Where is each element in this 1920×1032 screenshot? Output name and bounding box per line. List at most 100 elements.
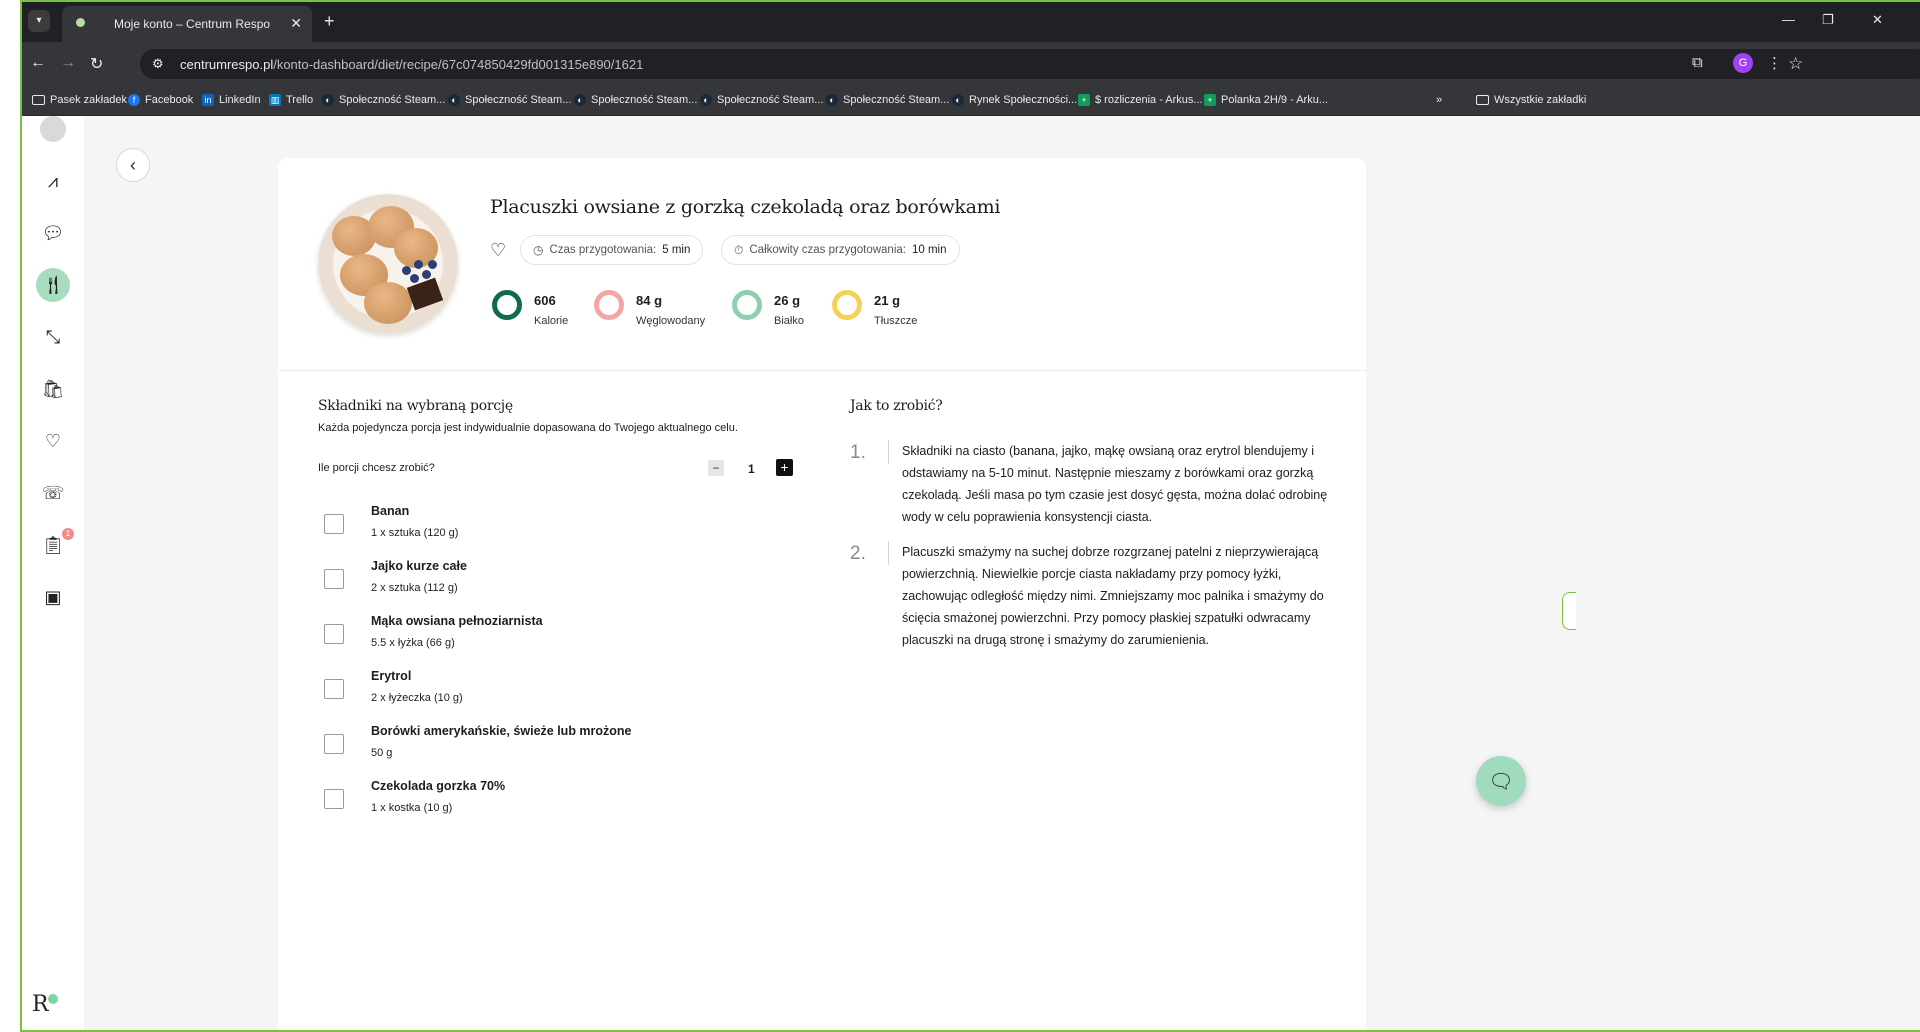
back-arrow-icon[interactable]: ← xyxy=(30,54,46,72)
close-window-icon[interactable]: ✕ xyxy=(1872,12,1883,28)
sheets-icon: + xyxy=(1204,94,1216,106)
linkedin-icon: in xyxy=(202,94,214,106)
step-text: Składniki na ciasto (banana, jajko, mąkę… xyxy=(902,444,1328,524)
tab-close-icon[interactable]: ✕ xyxy=(290,15,302,31)
profile-avatar[interactable]: G xyxy=(1733,53,1753,73)
total-time-pill: ⏱︎ Całkowity czas przygotowania: 10 min xyxy=(721,235,960,265)
reload-icon[interactable]: ↻ xyxy=(90,54,103,74)
url-path: /konto-dashboard/diet/recipe/67c07485042… xyxy=(273,57,644,72)
site-info-icon[interactable]: ⚙ xyxy=(152,56,164,72)
macro-ring-icon xyxy=(492,290,522,320)
ingredient-checkbox[interactable] xyxy=(324,679,344,699)
active-tab[interactable]: Moje konto – Centrum Respo ✕ xyxy=(62,6,312,42)
bookmark-item[interactable]: f Facebook xyxy=(128,94,193,106)
bookmark-item[interactable]: + $ rozliczenia - Arkus... xyxy=(1078,94,1203,106)
stats-chart-icon[interactable]: ⩘ xyxy=(36,164,70,198)
browser-menu-icon[interactable]: ⋮ xyxy=(1767,54,1782,72)
ingredient-item: Banan 1 x sztuka (120 g) xyxy=(318,502,778,548)
bookmark-item[interactable]: ▥ Trello xyxy=(269,94,313,106)
macro-ring-icon xyxy=(832,290,862,320)
bookmark-label: Społeczność Steam... xyxy=(339,94,446,106)
macro-label: Tłuszcze xyxy=(874,315,918,327)
bookmark-item[interactable]: ◐ Społeczność Steam... xyxy=(322,94,445,106)
address-bar: ← → ↻ ⚙ centrumrespo.pl/konto-dashboard/… xyxy=(22,42,1920,86)
increase-portions-button[interactable]: + xyxy=(776,459,793,476)
ingredient-checkbox[interactable] xyxy=(324,789,344,809)
ingredient-checkbox[interactable] xyxy=(324,514,344,534)
bookmark-item[interactable]: in LinkedIn xyxy=(202,94,261,106)
ingredient-qty: 1 x kostka (10 g) xyxy=(371,802,453,814)
tab-search-button[interactable]: ▾ xyxy=(28,10,50,32)
bookmark-label: Społeczność Steam... xyxy=(843,94,950,106)
step-divider xyxy=(888,541,889,565)
ingredients-subtitle: Każda pojedyncza porcja jest indywidualn… xyxy=(318,422,738,434)
macro-value: 606 xyxy=(534,293,556,308)
forward-arrow-icon[interactable]: → xyxy=(60,54,76,72)
steam-icon: ◐ xyxy=(952,94,964,106)
favorite-heart-icon[interactable]: ♡ xyxy=(490,240,506,261)
prep-time-label: Czas przygotowania: xyxy=(549,244,657,256)
ingredient-checkbox[interactable] xyxy=(324,734,344,754)
bookmark-item[interactable]: ◐ Społeczność Steam... xyxy=(574,94,697,106)
decrease-portions-button[interactable]: − xyxy=(708,460,724,476)
chevron-left-icon: ‹ xyxy=(130,154,136,175)
recipe-card: Placuszki owsiane z gorzką czekoladą ora… xyxy=(278,158,1366,1030)
bookmark-item[interactable]: ◐ Społeczność Steam... xyxy=(826,94,949,106)
ingredient-item: Jajko kurze całe 2 x sztuka (112 g) xyxy=(318,557,778,603)
bookmark-item[interactable]: ◐ Społeczność Steam... xyxy=(700,94,823,106)
bookmark-item[interactable]: ◐ Społeczność Steam... xyxy=(448,94,571,106)
step-divider xyxy=(888,440,889,464)
ingredient-qty: 2 x łyżeczka (10 g) xyxy=(371,692,463,704)
ingredient-checkbox[interactable] xyxy=(324,569,344,589)
bookmark-item[interactable]: Pasek zakładek xyxy=(32,94,127,106)
bookmark-label: Pasek zakładek xyxy=(50,94,128,106)
restore-icon[interactable]: ❐ xyxy=(1822,12,1834,28)
chat-bubble-icon[interactable]: 💬︎ xyxy=(36,216,70,250)
steam-icon: ◐ xyxy=(700,94,712,106)
ingredient-item: Borówki amerykańskie, świeże lub mrożone… xyxy=(318,722,778,768)
total-time-label: Całkowity czas przygotowania: xyxy=(749,244,906,256)
bookmark-label: LinkedIn xyxy=(219,94,261,106)
bookmarks-bar: Pasek zakładek f Facebook in LinkedIn ▥ Tre… xyxy=(22,86,1920,116)
bookmark-star-icon[interactable]: ☆ xyxy=(1788,54,1803,74)
ingredient-name: Erytrol xyxy=(371,669,412,683)
url-input[interactable]: ⚙ centrumrespo.pl/konto-dashboard/diet/r… xyxy=(140,49,1920,79)
ingredient-name: Borówki amerykańskie, świeże lub mrożone xyxy=(371,724,632,738)
minimize-icon[interactable]: — xyxy=(1782,12,1795,27)
new-tab-icon[interactable]: + xyxy=(324,11,335,32)
side-feedback-tab[interactable] xyxy=(1562,592,1576,630)
trello-icon: ▥ xyxy=(269,94,281,106)
bookmark-item[interactable]: + Polanka 2H/9 - Arku... xyxy=(1204,94,1328,106)
user-avatar-icon[interactable] xyxy=(36,112,70,146)
phone-icon[interactable]: ☏ xyxy=(36,476,70,510)
instruction-step: 2. Placuszki smażymy na suchej dobrze ro… xyxy=(850,541,1330,675)
ingredient-checkbox[interactable] xyxy=(324,624,344,644)
portions-question: Ile porcji chcesz zrobić? xyxy=(318,462,435,474)
fork-knife-icon[interactable]: 🍴︎ xyxy=(36,268,70,302)
sheets-icon: + xyxy=(1078,94,1090,106)
url-text: centrumrespo.pl/konto-dashboard/diet/rec… xyxy=(180,57,643,72)
notification-badge: 1 xyxy=(62,528,74,540)
step-text: Placuszki smażymy na suchej dobrze rozgr… xyxy=(902,545,1324,647)
bookmark-item[interactable]: ◐ Rynek Społeczności... xyxy=(952,94,1077,106)
shopping-bag-icon[interactable]: 🛍︎ xyxy=(36,372,70,406)
clock-icon: ◷ xyxy=(533,243,544,257)
back-button[interactable]: ‹ xyxy=(116,148,150,182)
browser-window: ▾ Moje konto – Centrum Respo ✕ + — ❐ ✕ ←… xyxy=(20,0,1920,1032)
url-domain: centrumrespo.pl xyxy=(180,57,274,72)
steam-icon: ◐ xyxy=(826,94,838,106)
extensions-icon[interactable]: ⧉ xyxy=(1692,54,1703,71)
chat-support-button[interactable]: 🗨︎ xyxy=(1476,756,1526,806)
hand-heart-icon[interactable]: ♡ xyxy=(36,424,70,458)
more-bookmarks-icon[interactable]: » xyxy=(1436,94,1442,106)
dumbbell-icon[interactable]: ⤡ xyxy=(36,320,70,354)
steam-icon: ◐ xyxy=(448,94,460,106)
bookmark-label: Społeczność Steam... xyxy=(465,94,572,106)
step-number: 2. xyxy=(850,543,866,564)
brand-logo[interactable]: R xyxy=(32,992,49,1017)
bookmark-label: Społeczność Steam... xyxy=(717,94,824,106)
all-bookmarks[interactable]: Wszystkie zakładki xyxy=(1476,94,1586,106)
archive-box-icon[interactable]: ▣ xyxy=(36,580,70,614)
folder-icon xyxy=(1476,95,1489,105)
macro-label: Węglowodany xyxy=(636,315,706,327)
